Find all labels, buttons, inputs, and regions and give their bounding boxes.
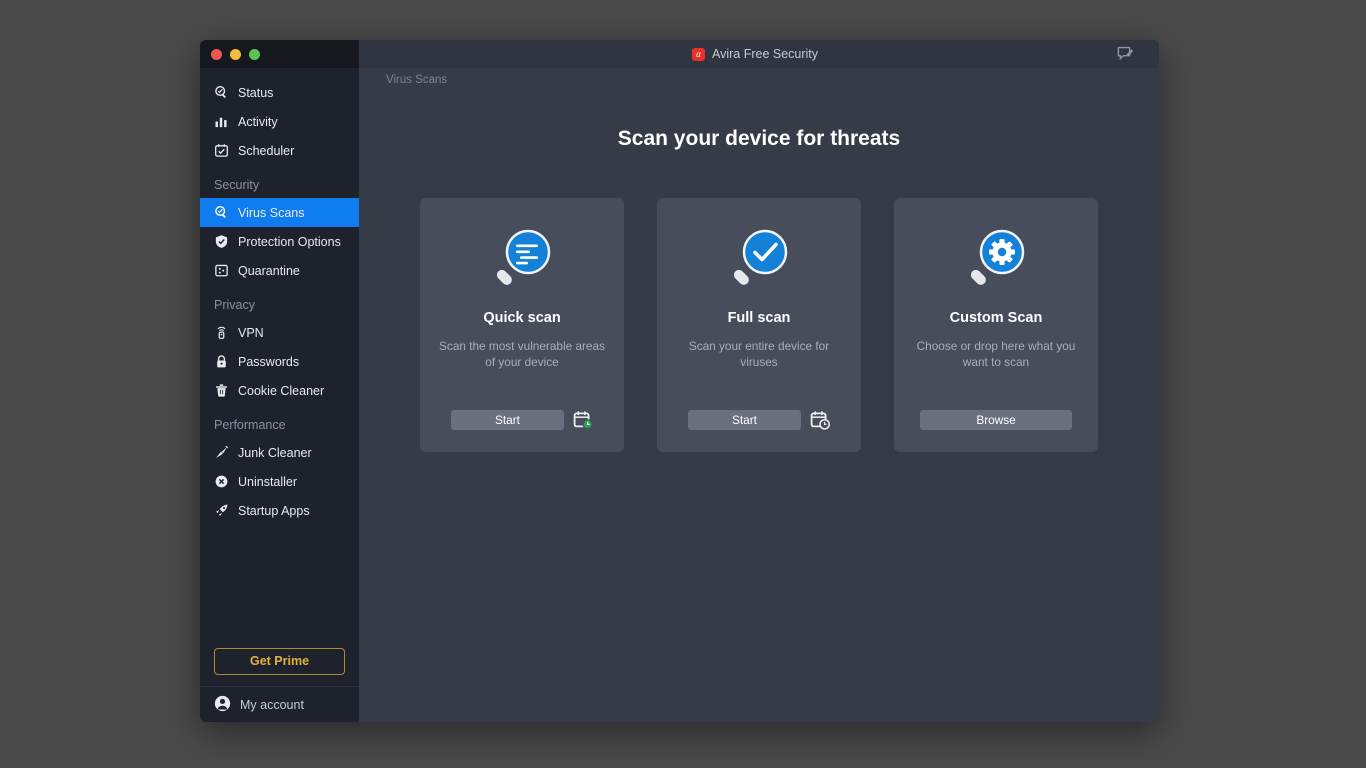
bar-chart-icon [214, 114, 229, 129]
vpn-signal-icon [214, 325, 229, 340]
calendar-check-icon [214, 143, 229, 158]
sidebar-item-label: Virus Scans [238, 205, 305, 220]
full-scan-start-button[interactable]: Start [688, 410, 801, 430]
sidebar-item-label: Quarantine [238, 263, 300, 278]
get-prime-button[interactable]: Get Prime [214, 648, 345, 675]
sidebar-item-label: Scheduler [238, 143, 295, 158]
card-actions: Start [688, 410, 830, 430]
my-account-button[interactable]: My account [200, 686, 359, 722]
card-title: Full scan [727, 310, 791, 326]
avira-logo-icon: α [691, 47, 705, 61]
sidebar-item-label: Passwords [238, 354, 300, 369]
custom-scan-browse-button[interactable]: Browse [920, 410, 1072, 430]
quick-scan-start-button[interactable]: Start [451, 410, 564, 430]
sidebar-item-cookie-cleaner[interactable]: Cookie Cleaner [200, 376, 359, 405]
full-scan-card[interactable]: Full scan Scan your entire device for vi… [657, 198, 861, 452]
sidebar-item-junk-cleaner[interactable]: Junk Cleaner [200, 438, 359, 467]
sidebar-group-security: Security [214, 178, 260, 192]
scan-cards-container: Quick scan Scan the most vulnerable area… [359, 198, 1159, 452]
sidebar-item-label: Uninstaller [238, 474, 298, 489]
breadcrumb[interactable]: Virus Scans [386, 74, 447, 86]
sidebar-item-status[interactable]: Status [200, 78, 359, 107]
card-actions: Start [451, 410, 593, 430]
sidebar-item-label: Cookie Cleaner [238, 383, 325, 398]
card-title: Quick scan [483, 310, 561, 326]
card-description: Scan the most vulnerable areas of your d… [439, 339, 605, 369]
card-description: Scan your entire device for viruses [688, 339, 830, 369]
window-title-bar: α Avira Free Security [359, 40, 1159, 68]
magnifier-check-icon [214, 85, 229, 100]
feedback-pencil-icon[interactable] [1117, 46, 1135, 62]
sidebar-item-label: Activity [238, 114, 278, 129]
sidebar-item-vpn[interactable]: VPN [200, 318, 359, 347]
minimize-window-button[interactable] [230, 48, 241, 60]
sidebar-item-scheduler[interactable]: Scheduler [200, 136, 359, 165]
window-title: Avira Free Security [711, 47, 819, 61]
sidebar: Status Activity Scheduler Security Virus… [200, 40, 359, 722]
card-actions: Browse [920, 410, 1072, 430]
trash-icon [214, 383, 229, 398]
sidebar-item-passwords[interactable]: Passwords [200, 347, 359, 376]
sidebar-group-performance: Performance [214, 418, 286, 432]
magnifier-list-icon [486, 222, 558, 294]
magnifier-gear-icon [960, 222, 1032, 294]
quarantine-box-icon [214, 263, 229, 278]
sidebar-group-privacy: Privacy [214, 298, 255, 312]
window-traffic-lights [200, 40, 359, 68]
page-title: Scan your device for threats [617, 127, 901, 150]
broom-icon [214, 445, 229, 460]
sidebar-item-startup-apps[interactable]: Startup Apps [200, 496, 359, 525]
close-window-button[interactable] [211, 48, 222, 60]
calendar-clock-green-icon[interactable] [573, 410, 593, 430]
sidebar-footer: Get Prime My account [200, 648, 359, 722]
my-account-label: My account [240, 697, 304, 712]
quick-scan-card[interactable]: Quick scan Scan the most vulnerable area… [420, 198, 624, 452]
sidebar-item-virus-scans[interactable]: Virus Scans [200, 198, 359, 227]
shield-check-icon [214, 234, 229, 249]
sidebar-item-label: Protection Options [238, 234, 341, 249]
magnifier-check-icon [214, 205, 229, 220]
desktop-background: Status Activity Scheduler Security Virus… [0, 0, 1366, 768]
app-title-group: α Avira Free Security [691, 47, 819, 61]
application-window: Status Activity Scheduler Security Virus… [200, 40, 1159, 722]
lock-icon [214, 354, 229, 369]
sidebar-item-protection-options[interactable]: Protection Options [200, 227, 359, 256]
sidebar-item-quarantine[interactable]: Quarantine [200, 256, 359, 285]
rocket-icon [214, 503, 229, 518]
sidebar-item-label: VPN [238, 325, 264, 340]
sidebar-item-label: Startup Apps [238, 503, 310, 518]
user-avatar-icon [214, 695, 231, 715]
sidebar-item-label: Junk Cleaner [238, 445, 312, 460]
x-circle-icon [214, 474, 229, 489]
content-area: α Avira Free Security Virus Scans Scan y… [359, 40, 1159, 722]
calendar-clock-icon[interactable] [810, 410, 830, 430]
magnifier-check-blue-icon [723, 222, 795, 294]
card-description: Choose or drop here what you want to sca… [916, 339, 1076, 369]
custom-scan-card[interactable]: Custom Scan Choose or drop here what you… [894, 198, 1098, 452]
sidebar-item-uninstaller[interactable]: Uninstaller [200, 467, 359, 496]
sidebar-navigation: Status Activity Scheduler Security Virus… [200, 68, 359, 648]
sidebar-item-label: Status [238, 85, 274, 100]
sidebar-item-activity[interactable]: Activity [200, 107, 359, 136]
maximize-window-button[interactable] [249, 48, 260, 60]
card-title: Custom Scan [949, 310, 1043, 326]
